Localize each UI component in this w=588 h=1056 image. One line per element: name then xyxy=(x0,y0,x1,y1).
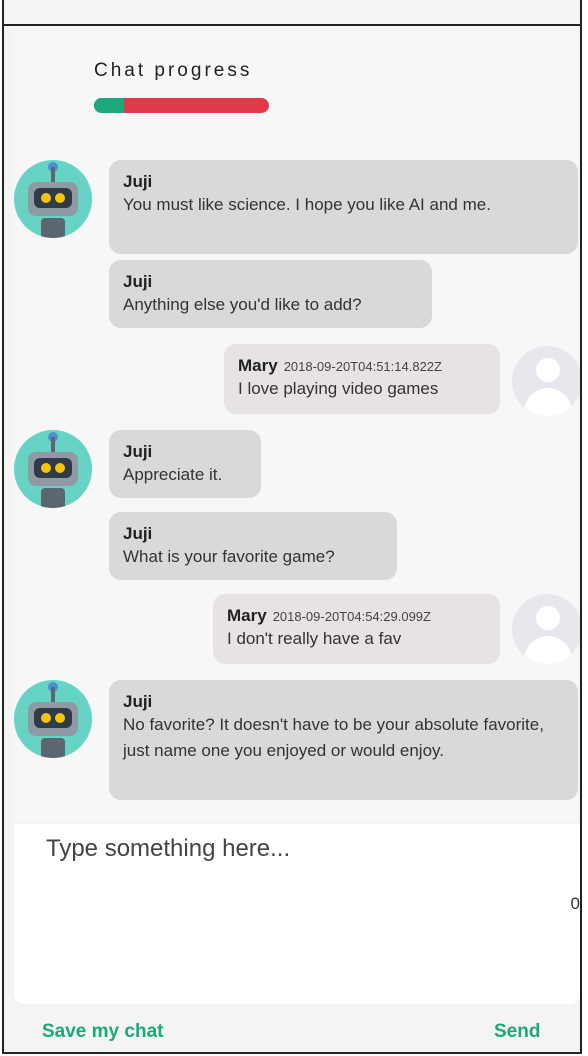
bot-message-bubble: Juji Appreciate it. xyxy=(109,430,261,498)
bot-antenna xyxy=(51,687,55,702)
message-sender: Juji xyxy=(123,692,153,711)
message-input[interactable] xyxy=(44,828,548,870)
bot-avatar xyxy=(14,680,92,758)
bot-antenna xyxy=(51,167,55,182)
message-sender: Mary xyxy=(238,356,278,375)
bot-message-bubble: Juji No favorite? It doesn't have to be … xyxy=(109,680,578,800)
save-chat-button[interactable]: Save my chat xyxy=(42,1021,163,1043)
message-text: Anything else you'd like to add? xyxy=(123,295,362,314)
message-sender: Juji xyxy=(123,172,153,191)
message-text: I love playing video games xyxy=(238,379,439,398)
user-avatar-icon xyxy=(512,346,580,416)
chat-progress-bar xyxy=(94,98,269,113)
user-message-bubble: Mary 2018-09-20T04:51:14.822Z I love play… xyxy=(224,344,500,414)
chat-window: Chat progress Juji You must like science… xyxy=(2,0,582,1054)
bot-message-bubble: Juji You must like science. I hope you l… xyxy=(109,160,578,254)
user-message-bubble: Mary 2018-09-20T04:54:29.099Z I don't rea… xyxy=(213,594,500,664)
bot-face xyxy=(34,458,72,478)
bot-body xyxy=(41,488,65,508)
bot-body xyxy=(41,738,65,758)
bot-message-bubble: Juji What is your favorite game? xyxy=(109,512,397,580)
user-avatar-icon xyxy=(512,594,580,664)
message-text: No favorite? It doesn't have to be your … xyxy=(123,715,544,760)
message-sender: Mary xyxy=(227,606,267,625)
bot-avatar xyxy=(14,160,92,238)
bot-message-bubble: Juji Anything else you'd like to add? xyxy=(109,260,432,328)
message-sender: Juji xyxy=(123,524,153,543)
bot-face xyxy=(34,188,72,208)
character-counter: 0 xyxy=(570,894,580,913)
composer: 0 xyxy=(14,824,580,1004)
message-text: What is your favorite game? xyxy=(123,547,335,566)
chat-panel[interactable]: Chat progress Juji You must like science… xyxy=(12,32,580,822)
bot-face xyxy=(34,708,72,728)
message-sender: Juji xyxy=(123,442,153,461)
message-timestamp: 2018-09-20T04:54:29.099Z xyxy=(272,609,431,624)
message-text: Appreciate it. xyxy=(123,465,223,484)
bot-antenna xyxy=(51,437,55,452)
bot-avatar xyxy=(14,430,92,508)
bot-body xyxy=(41,218,65,238)
chat-progress-title: Chat progress xyxy=(94,60,253,81)
message-text: You must like science. I hope you like A… xyxy=(123,195,491,214)
send-button[interactable]: Send xyxy=(494,1021,540,1043)
message-timestamp: 2018-09-20T04:51:14.822Z xyxy=(283,359,442,374)
top-bar xyxy=(4,0,580,26)
message-sender: Juji xyxy=(123,272,153,291)
message-text: I don't really have a fav xyxy=(227,629,402,648)
chat-progress-fill xyxy=(94,98,124,113)
